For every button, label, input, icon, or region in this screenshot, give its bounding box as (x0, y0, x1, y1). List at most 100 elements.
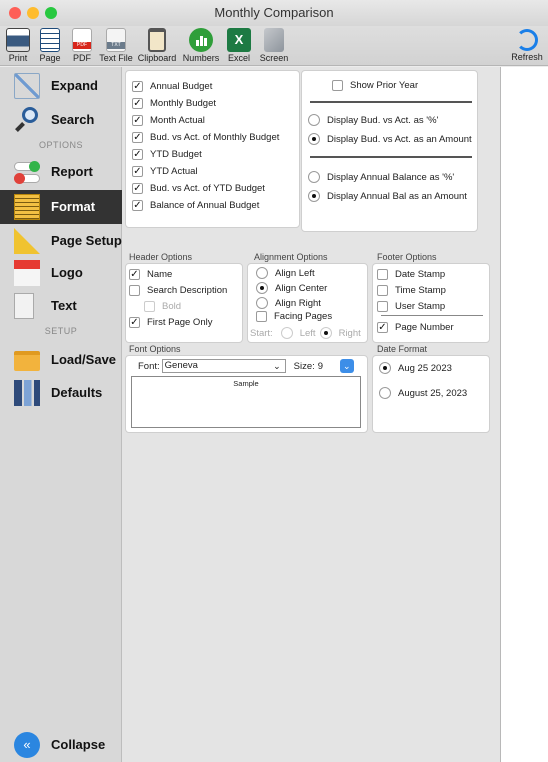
column-balance-annual[interactable]: ✓ Balance of Annual Budget (132, 200, 259, 211)
date-format-short-option[interactable]: Aug 25 2023 (379, 362, 452, 374)
clipboard-button[interactable]: Clipboard (136, 26, 178, 63)
refresh-icon (516, 29, 538, 51)
font-options-title: Font Options (129, 344, 181, 354)
radio[interactable] (308, 171, 320, 183)
radio[interactable] (308, 133, 320, 145)
columns-panel: ✓ Annual Budget ✓ Monthly Budget ✓ Month Ac… (125, 70, 300, 228)
sidebar-item-page-setup[interactable]: Page Setup (0, 224, 122, 258)
minimize-window-button[interactable] (27, 7, 39, 19)
close-window-button[interactable] (9, 7, 21, 19)
column-bud-vs-act-monthly[interactable]: ✓ Bud. vs Act. of Monthly Budget (132, 132, 279, 143)
radio[interactable] (379, 362, 391, 374)
checkbox[interactable] (332, 80, 343, 91)
text-document-icon (14, 293, 34, 319)
preview-pane (500, 67, 548, 762)
defaults-chart-icon (14, 380, 40, 406)
header-search-desc-option[interactable]: Search Description (129, 285, 227, 296)
header-bold-option[interactable]: Bold (144, 301, 181, 312)
sidebar-item-logo[interactable]: Logo (0, 256, 122, 290)
sidebar-item-expand[interactable]: Expand (0, 69, 122, 103)
size-dropdown-button[interactable]: ⌄ (339, 359, 354, 373)
page-button[interactable]: Page (35, 26, 65, 63)
checkbox[interactable]: ✓ (129, 269, 140, 280)
magnifier-icon (14, 107, 40, 133)
checkbox[interactable]: ✓ (132, 200, 143, 211)
align-left-option[interactable]: Align Left (256, 267, 315, 279)
text-file-button[interactable]: TXT Text File (98, 26, 134, 63)
zoom-window-button[interactable] (45, 7, 57, 19)
checkbox[interactable]: ✓ (132, 149, 143, 160)
column-ytd-budget[interactable]: ✓ YTD Budget (132, 149, 202, 160)
display-bud-vs-act-amount[interactable]: Display Bud. vs Act. as an Amount (308, 133, 472, 145)
checkbox[interactable] (377, 269, 388, 280)
checkbox[interactable]: ✓ (132, 183, 143, 194)
display-annual-bal-amount[interactable]: Display Annual Bal as an Amount (308, 190, 467, 202)
radio[interactable] (308, 190, 320, 202)
footer-time-stamp-option[interactable]: Time Stamp (377, 285, 446, 296)
checkbox[interactable]: ✓ (132, 98, 143, 109)
column-monthly-budget[interactable]: ✓ Monthly Budget (132, 98, 216, 109)
sidebar-item-report[interactable]: Report (0, 155, 122, 189)
show-prior-year-option[interactable]: Show Prior Year (332, 80, 418, 91)
format-document-icon (14, 194, 40, 220)
sidebar-item-format[interactable]: Format (0, 190, 122, 224)
folder-icon (14, 351, 40, 371)
logo-image-icon (14, 260, 40, 286)
date-format-long-option[interactable]: August 25, 2023 (379, 387, 467, 399)
sidebar-item-search[interactable]: Search (0, 103, 122, 137)
column-annual-budget[interactable]: ✓ Annual Budget (132, 81, 212, 92)
sidebar-item-collapse[interactable]: « Collapse (0, 729, 122, 761)
footer-date-stamp-option[interactable]: Date Stamp (377, 269, 445, 280)
text-file-icon: TXT (106, 28, 126, 52)
facing-pages-option[interactable]: Facing Pages (256, 311, 332, 322)
checkbox[interactable]: ✓ (132, 132, 143, 143)
display-bud-vs-act-pct[interactable]: Display Bud. vs Act. as '%' (308, 114, 438, 126)
display-annual-balance-pct[interactable]: Display Annual Balance as '%' (308, 171, 454, 183)
footer-page-number-option[interactable]: ✓ Page Number (377, 322, 454, 333)
sidebar-item-load-save[interactable]: Load/Save (0, 343, 122, 377)
column-month-actual[interactable]: ✓ Month Actual (132, 115, 205, 126)
header-first-page-option[interactable]: ✓ First Page Only (129, 317, 212, 328)
screen-icon (264, 28, 284, 52)
radio[interactable] (319, 327, 332, 339)
size-value[interactable]: 9 (318, 361, 340, 372)
chevron-down-icon: ⌄ (343, 361, 351, 371)
sidebar-item-text[interactable]: Text (0, 289, 122, 323)
pdf-icon: PDF (72, 28, 92, 52)
radio[interactable] (379, 387, 391, 399)
align-right-option[interactable]: Align Right (256, 297, 321, 309)
screen-button[interactable]: Screen (256, 26, 292, 63)
checkbox[interactable] (129, 285, 140, 296)
checkbox[interactable]: ✓ (377, 322, 388, 333)
checkbox[interactable]: ✓ (132, 81, 143, 92)
excel-icon: X (227, 28, 251, 52)
checkbox[interactable] (377, 285, 388, 296)
radio[interactable] (256, 267, 268, 279)
toolbar: Print Page PDF PDF TXT Text File Clipboa… (0, 26, 548, 66)
column-ytd-actual[interactable]: ✓ YTD Actual (132, 166, 198, 177)
font-select[interactable]: Geneva ⌄ (161, 359, 286, 373)
print-button[interactable]: Print (3, 26, 33, 63)
excel-button[interactable]: X Excel (224, 26, 254, 63)
align-center-option[interactable]: Align Center (256, 282, 327, 294)
refresh-button[interactable]: Refresh (508, 26, 546, 62)
radio[interactable] (256, 297, 268, 309)
pdf-button[interactable]: PDF PDF (67, 26, 97, 63)
checkbox[interactable] (144, 301, 155, 312)
checkbox[interactable]: ✓ (132, 166, 143, 177)
footer-user-stamp-option[interactable]: User Stamp (377, 301, 445, 312)
radio[interactable] (256, 282, 268, 294)
footer-options-panel: Date Stamp Time Stamp User Stamp ✓ Page N… (372, 263, 490, 343)
checkbox[interactable] (256, 311, 267, 322)
checkbox[interactable] (377, 301, 388, 312)
window-title: Monthly Comparison (214, 5, 334, 20)
checkbox[interactable]: ✓ (132, 115, 143, 126)
column-bud-vs-act-ytd[interactable]: ✓ Bud. vs Act. of YTD Budget (132, 183, 265, 194)
radio[interactable] (280, 327, 293, 339)
numbers-button[interactable]: Numbers (180, 26, 222, 63)
radio[interactable] (308, 114, 320, 126)
checkbox[interactable]: ✓ (129, 317, 140, 328)
sidebar-item-defaults[interactable]: Defaults (0, 376, 122, 410)
header-name-option[interactable]: ✓ Name (129, 269, 172, 280)
footer-options-title: Footer Options (377, 252, 437, 262)
